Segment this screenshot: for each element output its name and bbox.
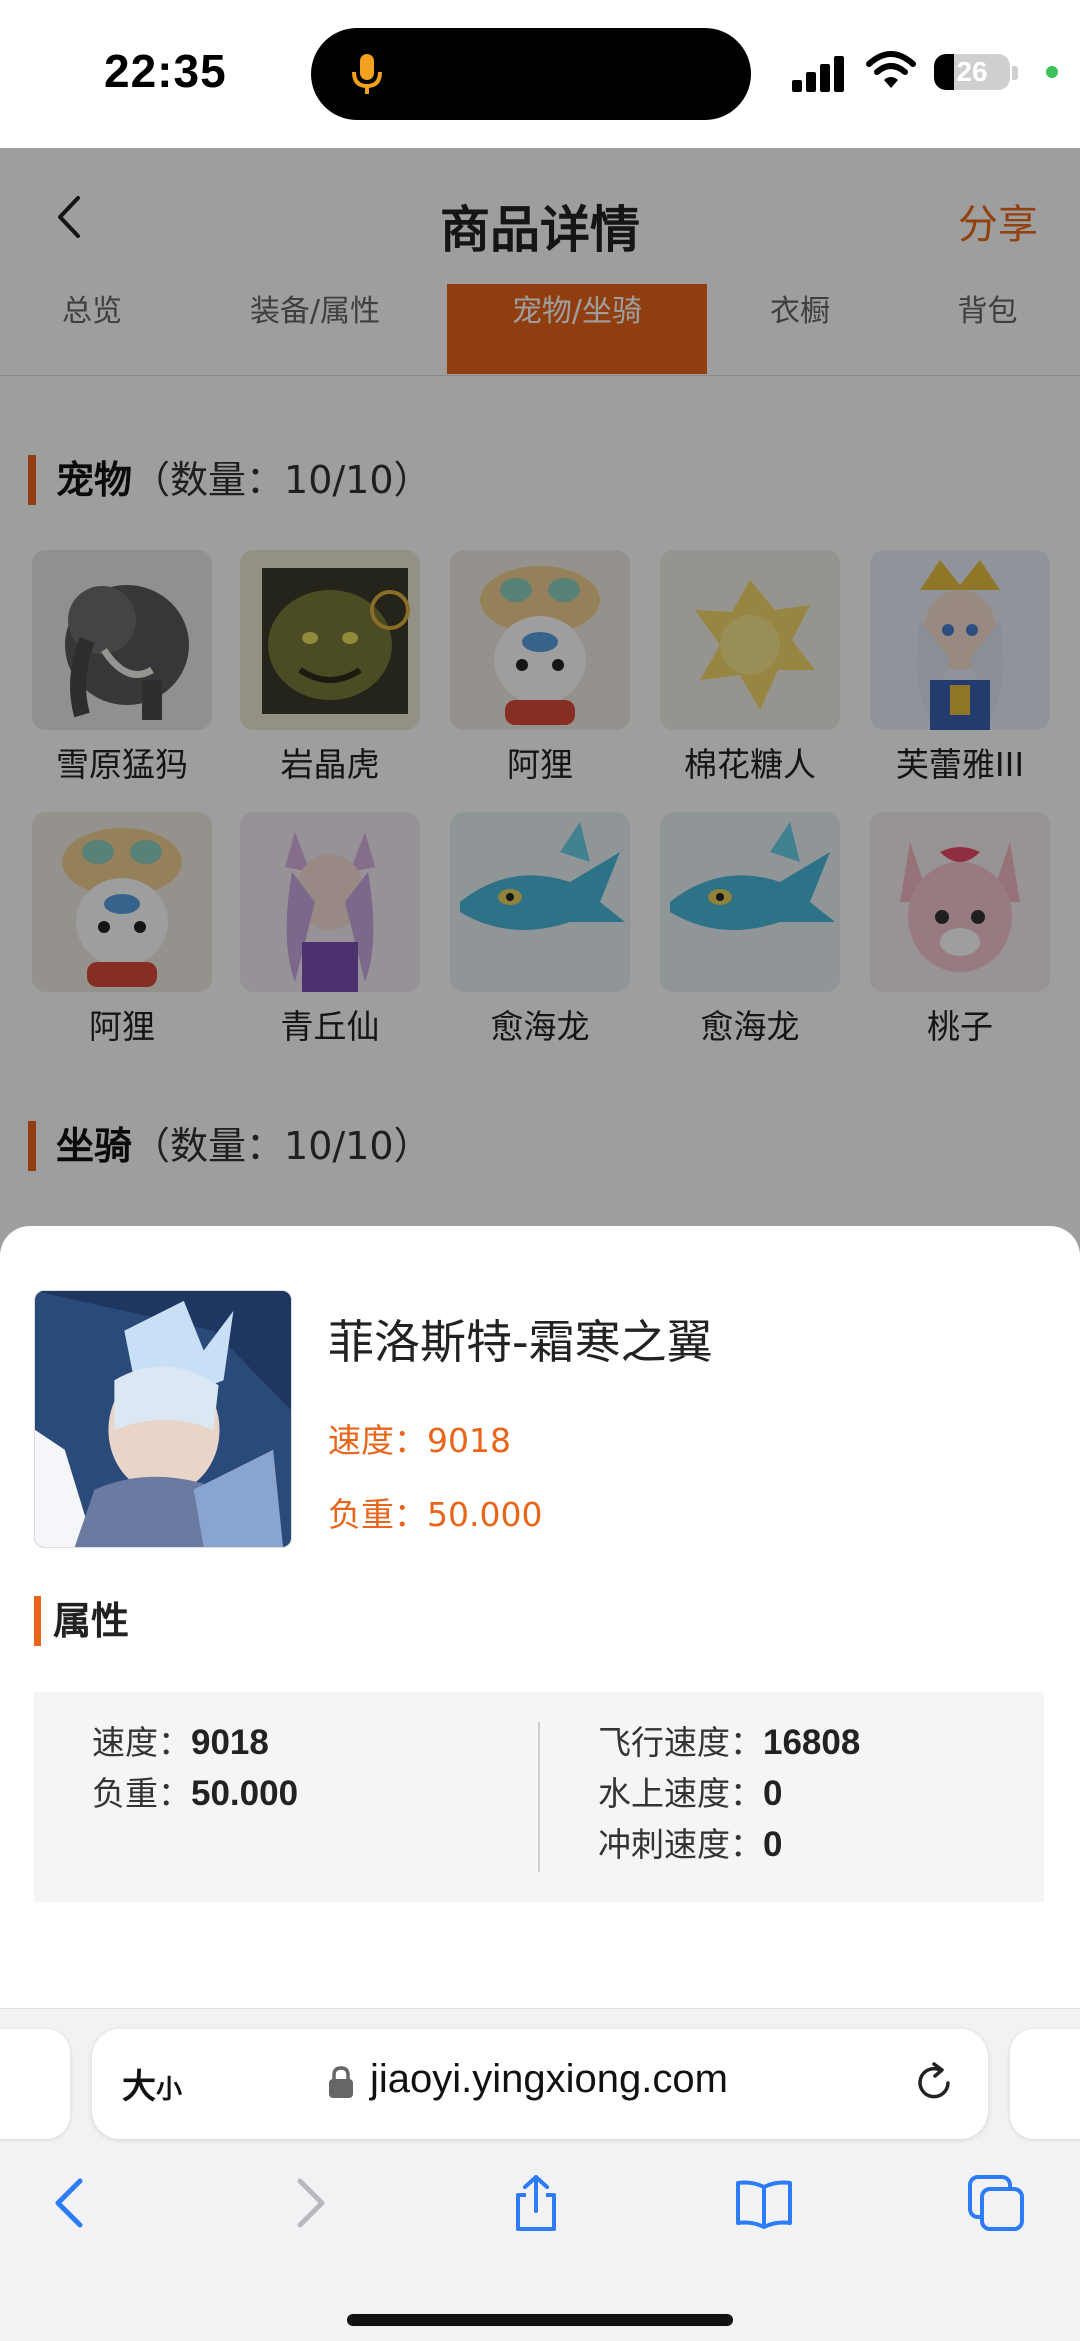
status-bar: 22:35 26 bbox=[0, 0, 1080, 148]
wifi-icon bbox=[866, 51, 916, 88]
attribute-label: 负重： bbox=[92, 1774, 191, 1813]
mount-load: 负重：50.000 bbox=[328, 1495, 543, 1534]
url-text: jiaoyi.yingxiong.com bbox=[370, 2057, 728, 2101]
share-icon[interactable] bbox=[506, 2173, 566, 2233]
browser-forward-icon[interactable] bbox=[278, 2173, 338, 2233]
address-bar[interactable]: 大小 jiaoyi.yingxiong.com bbox=[92, 2029, 988, 2139]
attribute-value: 9018 bbox=[191, 1723, 269, 1762]
attribute-label: 速度： bbox=[92, 1723, 191, 1762]
attribute-value: 16808 bbox=[763, 1723, 861, 1762]
home-indicator[interactable] bbox=[347, 2314, 733, 2326]
next-tab-peek[interactable] bbox=[1010, 2029, 1080, 2139]
reload-icon[interactable] bbox=[912, 2061, 956, 2105]
browser-toolbar: 大小 jiaoyi.yingxiong.com bbox=[0, 2008, 1080, 2341]
dynamic-island bbox=[311, 28, 751, 120]
browser-back-icon[interactable] bbox=[42, 2173, 102, 2233]
attribute-row: 冲刺速度：0 bbox=[598, 1820, 782, 1870]
previous-tab-peek[interactable] bbox=[0, 2029, 70, 2139]
privacy-indicator-dot bbox=[1046, 66, 1058, 78]
attributes-title: 属性 bbox=[34, 1596, 129, 1646]
text-size-large: 大 bbox=[122, 2067, 156, 2107]
attributes-divider bbox=[538, 1722, 540, 1872]
text-size-small: 小 bbox=[156, 2075, 183, 2105]
mount-speed: 速度：9018 bbox=[328, 1421, 511, 1460]
battery-cap bbox=[1012, 66, 1018, 80]
attribute-row: 飞行速度：16808 bbox=[598, 1718, 860, 1768]
attribute-row: 水上速度：0 bbox=[598, 1769, 782, 1819]
attribute-label: 水上速度： bbox=[598, 1774, 763, 1813]
battery-icon: 26 bbox=[934, 54, 1010, 90]
attribute-row: 负重：50.000 bbox=[92, 1769, 298, 1819]
mount-name: 菲洛斯特-霜寒之翼 bbox=[328, 1315, 713, 1369]
attribute-value: 0 bbox=[763, 1774, 783, 1813]
mount-image bbox=[34, 1290, 292, 1548]
attribute-label: 飞行速度： bbox=[598, 1723, 763, 1762]
bookmarks-icon[interactable] bbox=[734, 2173, 794, 2233]
mount-detail-sheet: 菲洛斯特-霜寒之翼 速度：9018 负重：50.000 属性 速度：9018 负… bbox=[0, 1226, 1080, 2016]
cellular-signal-icon bbox=[792, 56, 844, 92]
attribute-value: 50.000 bbox=[191, 1774, 299, 1813]
attribute-value: 0 bbox=[763, 1825, 783, 1864]
mount-picture bbox=[35, 1291, 291, 1547]
battery-level: 26 bbox=[956, 56, 988, 87]
attribute-label: 冲刺速度： bbox=[598, 1825, 763, 1864]
microphone-icon bbox=[352, 54, 382, 94]
lock-icon bbox=[329, 2066, 353, 2098]
text-size-button[interactable]: 大小 bbox=[122, 2059, 182, 2108]
attribute-row: 速度：9018 bbox=[92, 1718, 269, 1768]
attributes-panel: 速度：9018 负重：50.000 飞行速度：16808 水上速度：0 冲刺速度… bbox=[34, 1692, 1044, 1902]
tabs-icon[interactable] bbox=[966, 2173, 1026, 2233]
status-time: 22:35 bbox=[104, 45, 227, 97]
